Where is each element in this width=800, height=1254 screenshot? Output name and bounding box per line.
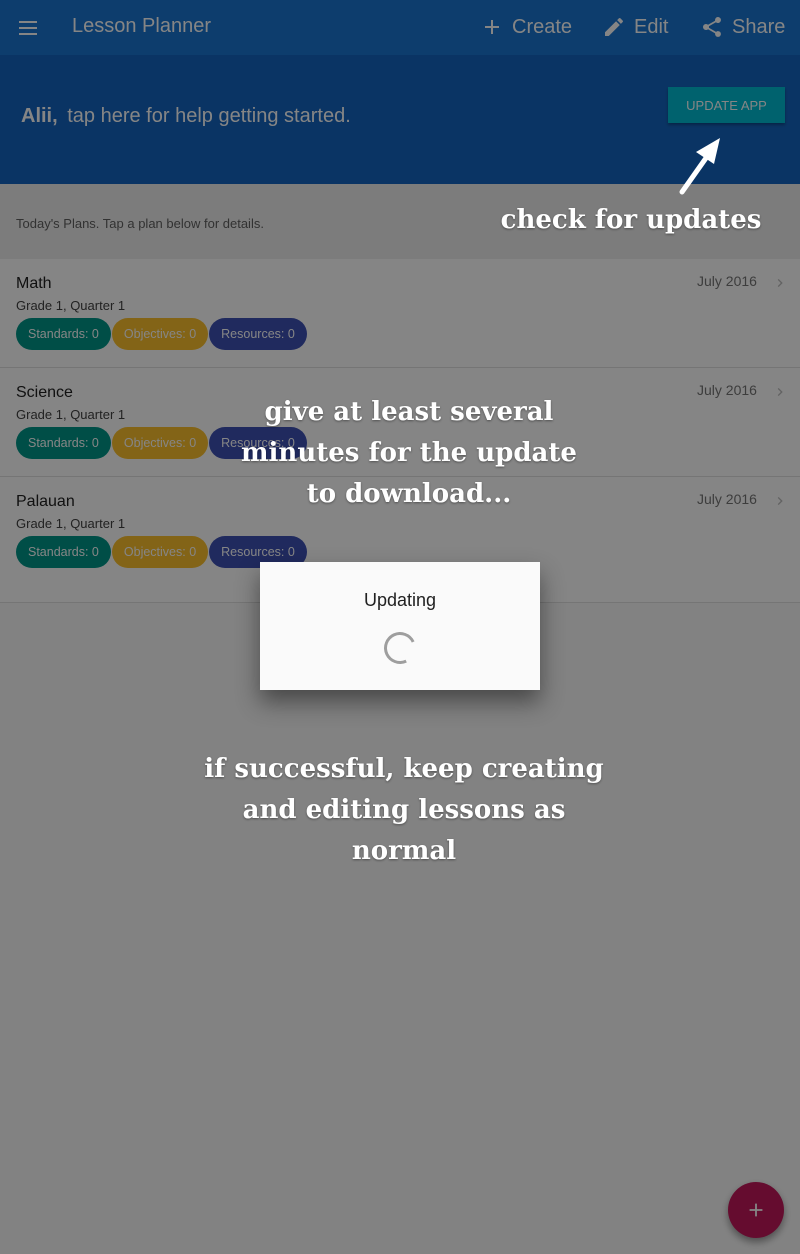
annotation-wait: give at least several minutes for the up…: [241, 397, 577, 509]
loading-spinner-icon: [379, 627, 421, 669]
updating-dialog: Updating: [260, 562, 540, 690]
annotation-success: if successful, keep creating and editing…: [204, 754, 604, 866]
annotation-check-updates: check for updates: [500, 205, 762, 235]
dialog-title: Updating: [363, 590, 437, 610]
arrow-icon: [679, 138, 720, 195]
